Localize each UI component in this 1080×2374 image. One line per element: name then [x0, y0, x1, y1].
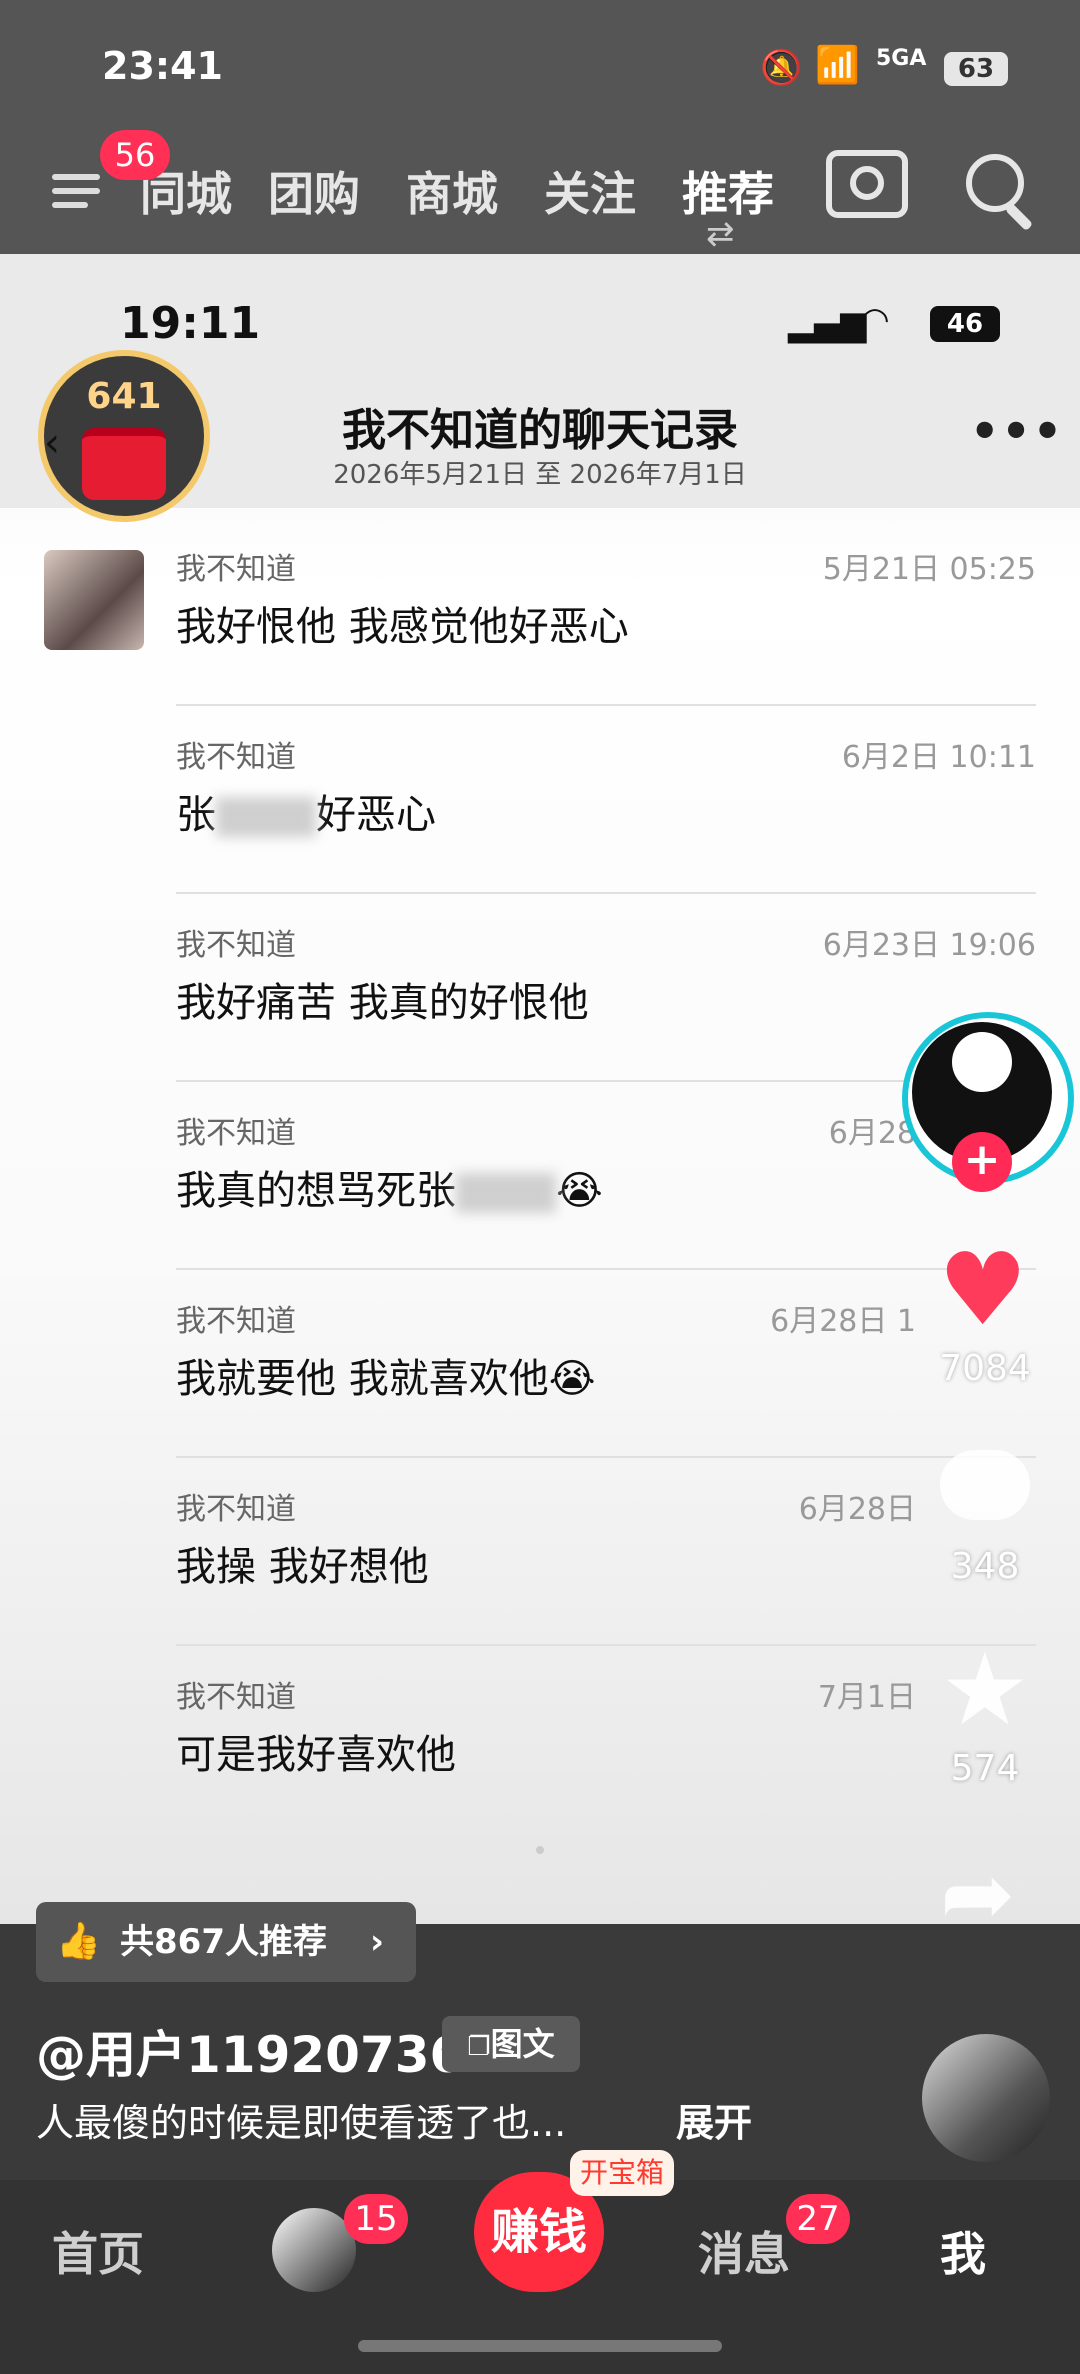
recommend-pill[interactable]: 👍 共867人推荐 › — [36, 1902, 416, 1982]
coin-count: 641 — [86, 376, 162, 417]
image-text-icon: ❐ — [467, 2032, 491, 2062]
star-icon[interactable]: ★ — [940, 1640, 1030, 1740]
message-time: 7月1日 — [817, 1680, 916, 1715]
treasure-chest-label[interactable]: 开宝箱 — [570, 2150, 675, 2196]
inner-battery: 46 — [930, 306, 1000, 342]
message-divider — [176, 1644, 1036, 1646]
wifi-icon: 📶 — [815, 45, 860, 86]
message-text: 我好恨他 我感觉他好恶心 — [176, 604, 629, 650]
like-count: 7084 — [939, 1348, 1031, 1389]
follow-plus-icon[interactable]: + — [952, 1132, 1012, 1192]
more-icon[interactable]: ••• — [970, 404, 1064, 458]
message-text: 张 好恶心 — [176, 782, 436, 840]
message-text: 我真的想骂死张 😭 — [176, 1158, 603, 1216]
tab-group-buy[interactable]: 团购 — [268, 158, 360, 224]
inner-signal-icon: ▂▄▆ — [788, 304, 867, 344]
inner-status-time: 19:11 — [120, 298, 261, 349]
expand-button[interactable]: 展开 — [676, 2092, 752, 2147]
battery-indicator: 63 — [944, 52, 1008, 86]
switch-arrows-icon: ⇄ — [706, 214, 735, 254]
message-sender: 我不知道 — [176, 928, 296, 963]
tab-home[interactable]: 首页 — [52, 2218, 144, 2284]
author-username[interactable]: @用户11920736 — [36, 2015, 464, 2087]
blurred-name — [216, 797, 316, 837]
red-packet-coin[interactable]: 641 — [38, 350, 210, 522]
message-sender: 我不知道 — [176, 1492, 296, 1527]
message-divider — [176, 704, 1036, 706]
status-time: 23:41 — [102, 44, 223, 88]
message-sender: 我不知道 — [176, 1304, 296, 1339]
message-divider — [176, 892, 1036, 894]
inner-wifi-icon: ◠ — [860, 300, 890, 340]
message-sender: 我不知道 — [176, 552, 296, 587]
message-text: 可是我好喜欢他 — [176, 1732, 456, 1778]
friends-badge: 15 — [344, 2194, 408, 2244]
message-time: 6月28日 1 — [770, 1304, 916, 1339]
comment-count: 348 — [950, 1546, 1020, 1587]
favorite-count: 574 — [950, 1748, 1020, 1789]
message-time: 6月2日 10:11 — [841, 740, 1036, 775]
post-type-label: 图文 — [490, 2025, 555, 2063]
message-sender: 我不知道 — [176, 740, 296, 775]
message-text: 我操 我好想他 — [176, 1544, 429, 1590]
message-text-prefix: 我真的想骂死张 — [176, 1168, 456, 1214]
blurred-name — [456, 1173, 556, 1213]
thumbs-up-icon: 👍 — [56, 1921, 101, 1962]
heart-icon[interactable]: ♥ — [938, 1240, 1028, 1340]
avatar-head-shape — [952, 1032, 1012, 1092]
message-time: 6月23日 19:06 — [822, 928, 1036, 963]
message-time: 5月21日 05:25 — [822, 552, 1036, 587]
message-sender: 我不知道 — [176, 1680, 296, 1715]
camera-icon[interactable] — [826, 150, 908, 218]
message-text-prefix: 张 — [176, 792, 216, 838]
home-indicator — [358, 2340, 722, 2352]
post-type-tag: ❐图文 — [442, 2016, 580, 2072]
search-icon[interactable] — [966, 154, 1024, 212]
search-icon-handle — [1004, 202, 1034, 232]
comment-icon[interactable] — [940, 1450, 1030, 1520]
red-packet-icon — [82, 428, 166, 500]
message-time: 6月28日 — [798, 1492, 916, 1527]
page-dot — [536, 1846, 544, 1854]
message-sender: 我不知道 — [176, 1116, 296, 1151]
message-text-suffix: 好恶心 — [316, 792, 436, 838]
chevron-right-icon: › — [370, 1922, 385, 1962]
message-divider — [176, 1456, 1036, 1458]
tab-me[interactable]: 我 — [940, 2218, 986, 2284]
mute-bell-icon: 🔕 — [760, 48, 803, 88]
music-disc-avatar[interactable] — [922, 2034, 1050, 2162]
menu-icon[interactable] — [52, 166, 108, 214]
signal-label: 5GA — [876, 46, 927, 71]
tab-messages[interactable]: 消息 — [698, 2218, 790, 2284]
messages-badge: 27 — [786, 2194, 850, 2244]
message-text-suffix: 😭 — [556, 1168, 603, 1214]
tab-following[interactable]: 关注 — [544, 158, 636, 224]
recommend-text: 共867人推荐 — [120, 1922, 327, 1962]
menu-badge: 56 — [100, 130, 170, 180]
back-icon[interactable]: ‹ — [44, 420, 60, 466]
message-text: 我就要他 我就喜欢他😭 — [176, 1356, 596, 1402]
message-divider — [176, 1268, 1036, 1270]
sender-avatar — [44, 550, 144, 650]
tab-mall[interactable]: 商城 — [406, 158, 498, 224]
message-text: 我好痛苦 我真的好恨他 — [176, 980, 589, 1026]
post-description: 人最傻的时候是即使看透了也... — [36, 2101, 567, 2145]
